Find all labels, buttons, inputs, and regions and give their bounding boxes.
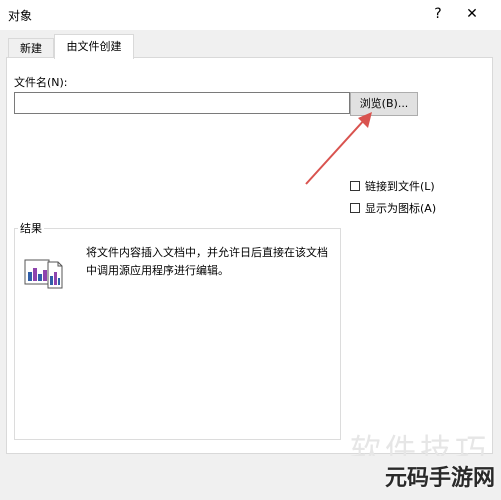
display-as-icon-checkbox[interactable] — [350, 203, 360, 213]
footer-area: 元码手游网 — [0, 456, 501, 500]
display-as-icon-option[interactable]: 显示为图标(A) — [350, 200, 436, 216]
tab-new[interactable]: 新建 — [8, 38, 54, 59]
result-title: 结果 — [18, 220, 44, 236]
title-bar: 对象 ? ✕ — [0, 0, 501, 30]
close-button[interactable]: ✕ — [462, 4, 482, 24]
link-to-file-label: 链接到文件(L) — [365, 180, 435, 193]
display-as-icon-label: 显示为图标(A) — [365, 202, 437, 215]
embedded-document-icon — [24, 259, 63, 289]
link-to-file-checkbox[interactable] — [350, 181, 360, 191]
help-button[interactable]: ? — [428, 4, 448, 24]
tab-create-from-file[interactable]: 由文件创建 — [54, 34, 134, 59]
result-description: 将文件内容插入文档中，并允许日后直接在该文档中调用源应用程序进行编辑。 — [86, 246, 328, 277]
brand-text: 元码手游网 — [384, 465, 495, 490]
brand-logo: 元码手游网 — [345, 456, 495, 496]
object-dialog: 对象 ? ✕ 新建 由文件创建 文件名(N): 浏览(B)... 链接到文件(L… — [0, 0, 501, 500]
link-to-file-option[interactable]: 链接到文件(L) — [350, 178, 435, 194]
dialog-title: 对象 — [8, 9, 33, 23]
file-name-label: 文件名(N): — [14, 76, 68, 89]
